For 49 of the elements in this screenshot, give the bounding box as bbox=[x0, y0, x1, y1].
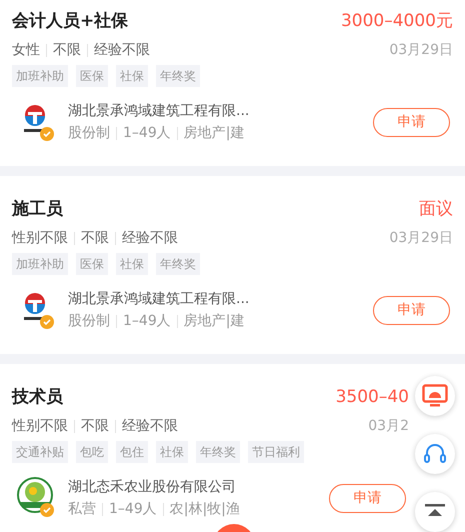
requirement-text: 不限 bbox=[81, 418, 109, 434]
benefit-tag: 医保 bbox=[76, 253, 108, 275]
requirement-text: 性别不限 bbox=[12, 418, 68, 434]
salary: 3500–40 bbox=[336, 386, 409, 409]
benefit-tag: 年终奖 bbox=[196, 441, 240, 463]
salary: 3000–4000元 bbox=[340, 10, 453, 33]
benefit-tag: 社保 bbox=[116, 253, 148, 275]
benefit-tag: 加班补助 bbox=[12, 253, 68, 275]
requirement-text: 性别不限 bbox=[12, 230, 68, 246]
headset-icon bbox=[423, 442, 447, 466]
company-attribute: 股份制 bbox=[68, 124, 110, 143]
company-attribute: 私营 bbox=[68, 500, 96, 519]
company-attribute: 1–49人 bbox=[109, 500, 157, 519]
requirement-text: 不限 bbox=[53, 42, 81, 58]
salary: 面议 bbox=[419, 198, 453, 221]
post-date: 03月29日 bbox=[389, 230, 453, 246]
company-attribute: 1–49人 bbox=[123, 312, 171, 331]
company-name[interactable]: 湖北景承鸿域建筑工程有限... bbox=[68, 101, 373, 121]
benefit-tag: 包住 bbox=[116, 441, 148, 463]
benefit-tag: 医保 bbox=[76, 65, 108, 87]
company-attribute: 农|林|牧|渔 bbox=[170, 500, 240, 519]
job-card[interactable]: 施工员 面议 性别不限 不限 经验不限 03月29日 加班补助 医保 社保 年终奖 湖北景承鸿域建筑工程有限... 股份制 1–49人 房地产|建 申请 bbox=[0, 176, 465, 354]
job-title: 会计人员+社保 bbox=[12, 10, 128, 33]
company-attribute: 股份制 bbox=[68, 312, 110, 331]
company-attribute: 房地产|建 bbox=[184, 124, 244, 143]
post-date: 03月29日 bbox=[389, 42, 453, 58]
benefit-tag: 社保 bbox=[156, 441, 188, 463]
company-name[interactable]: 湖北态禾农业股份有限公司 bbox=[68, 477, 329, 497]
benefit-tag: 交通补贴 bbox=[12, 441, 68, 463]
benefit-tag: 包吃 bbox=[76, 441, 108, 463]
job-card[interactable]: 会计人员+社保 3000–4000元 女性 不限 经验不限 03月29日 加班补助 医保 社保 年终奖 湖北景承鸿域建筑工程有限... 股份制 1–49人 房地产|建 申请 bbox=[0, 0, 465, 166]
requirement-text: 经验不限 bbox=[94, 42, 150, 58]
company-attribute: 房地产|建 bbox=[184, 312, 244, 331]
job-title: 施工员 bbox=[12, 198, 63, 221]
requirement-text: 女性 bbox=[12, 42, 40, 58]
requirement-text: 经验不限 bbox=[122, 418, 178, 434]
benefit-tag: 节日福利 bbox=[248, 441, 304, 463]
benefit-tag: 年终奖 bbox=[156, 253, 200, 275]
benefit-tag: 加班补助 bbox=[12, 65, 68, 87]
requirement-text: 不限 bbox=[81, 230, 109, 246]
post-date: 03月2 bbox=[368, 418, 409, 434]
company-name[interactable]: 湖北景承鸿域建筑工程有限... bbox=[68, 289, 373, 309]
job-title: 技术员 bbox=[12, 386, 63, 409]
benefit-tag: 社保 bbox=[116, 65, 148, 87]
benefit-tag: 年终奖 bbox=[156, 65, 200, 87]
company-attribute: 1–49人 bbox=[123, 124, 171, 143]
requirement-text: 经验不限 bbox=[122, 230, 178, 246]
monitor-icon bbox=[422, 384, 448, 408]
job-card[interactable]: 技术员 3500–40 性别不限 不限 经验不限 03月2 交通补贴 包吃 包住 社保 年终奖 节日福利 湖北态禾农业股份有限公司 私营 1–49人 农|林|牧|渔 申请 bbox=[0, 364, 465, 532]
